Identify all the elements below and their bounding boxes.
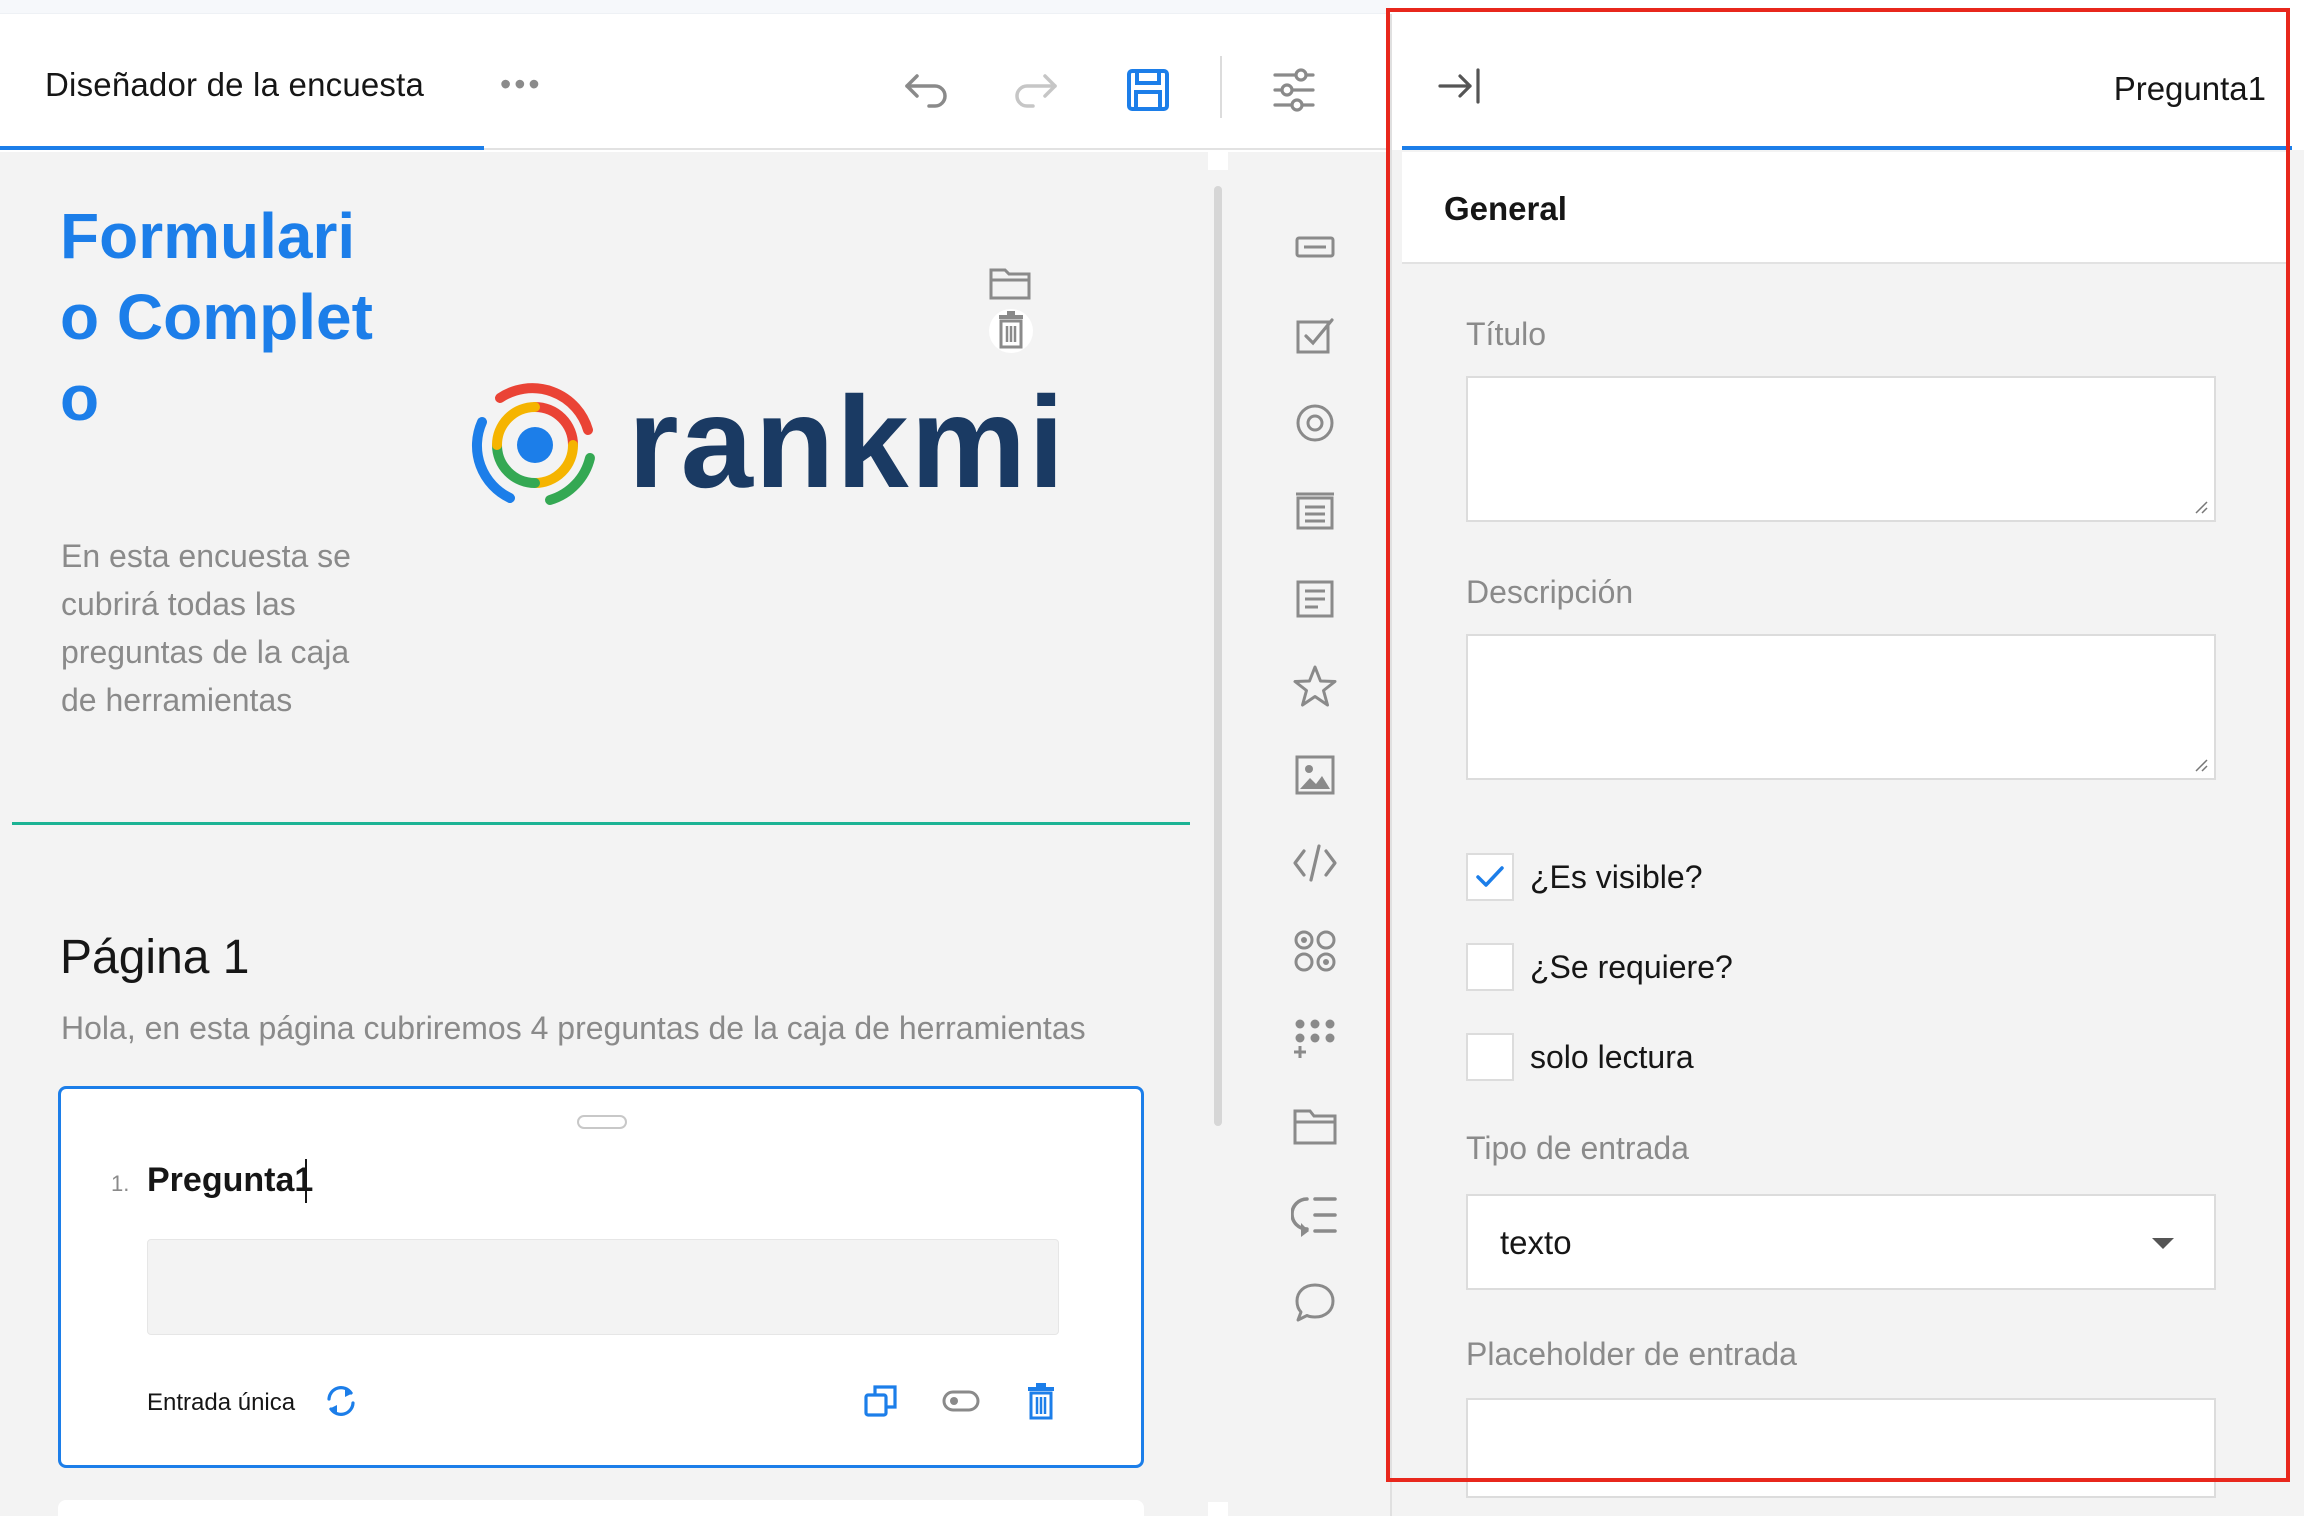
header-divider <box>12 822 1190 825</box>
resize-handle-icon[interactable] <box>2194 758 2208 772</box>
placeholder-input[interactable] <box>1466 1398 2216 1498</box>
undo-icon[interactable] <box>900 64 952 116</box>
active-tab-indicator <box>0 146 484 150</box>
visible-label: ¿Es visible? <box>1530 858 1703 895</box>
required-label: ¿Se requiere? <box>1530 948 1733 985</box>
survey-title[interactable]: Formulario Completo <box>60 196 380 439</box>
canvas-scrollbar[interactable] <box>1214 186 1222 1126</box>
design-canvas: Formulario Completo rankmi En esta encue… <box>0 152 1228 1520</box>
logo-actions <box>988 264 1036 354</box>
readonly-label: solo lectura <box>1530 1038 1694 1075</box>
trash-icon[interactable] <box>988 308 1036 354</box>
duplicate-icon[interactable] <box>861 1381 901 1421</box>
save-icon[interactable] <box>1122 64 1174 116</box>
image-icon[interactable] <box>1290 750 1340 800</box>
radio-icon[interactable] <box>1290 398 1340 448</box>
more-options-icon[interactable]: ••• <box>500 66 543 103</box>
survey-logo[interactable]: rankmi <box>470 372 1090 512</box>
required-checkbox-row[interactable]: ¿Se requiere? <box>1466 942 1733 992</box>
selected-object-name[interactable]: Pregunta1 <box>2114 70 2266 108</box>
matrix-icon[interactable] <box>1290 1014 1340 1064</box>
drag-handle[interactable] <box>577 1115 627 1129</box>
readonly-checkbox-row[interactable]: solo lectura <box>1466 1032 1694 1082</box>
panel-icon[interactable] <box>1290 1102 1340 1152</box>
visible-checkbox[interactable] <box>1466 853 1514 901</box>
toolbar-separator <box>1220 56 1222 118</box>
next-question-card[interactable] <box>58 1500 1144 1520</box>
survey-description[interactable]: En esta encuesta se cubrirá todas las pr… <box>61 532 381 724</box>
window-top-strip <box>0 0 1390 14</box>
scroll-top-cap <box>1208 152 1228 170</box>
question-number: 1. <box>111 1171 130 1196</box>
question-input-preview <box>147 1239 1059 1335</box>
text-caret <box>305 1159 307 1203</box>
rankmi-logo-mark-icon <box>471 383 595 505</box>
html-icon[interactable] <box>1290 838 1340 888</box>
header-underline <box>1402 146 2292 150</box>
section-general[interactable]: General <box>1402 152 2290 264</box>
property-grid-header: Pregunta1 <box>1392 14 2304 150</box>
image-picker-icon[interactable] <box>1290 926 1340 976</box>
page-description[interactable]: Hola, en esta página cubriremos 4 pregun… <box>61 1010 1086 1047</box>
comment-icon[interactable] <box>1290 574 1340 624</box>
title-label: Título <box>1466 316 1547 352</box>
checkbox-icon[interactable] <box>1290 310 1340 360</box>
rating-icon[interactable] <box>1290 662 1340 712</box>
checkmark-icon <box>1476 866 1504 887</box>
toolbox <box>1228 152 1390 1516</box>
page-title[interactable]: Página 1 <box>60 930 250 985</box>
survey-designer: Diseñador de la encuesta ••• Formulario … <box>0 14 1390 1520</box>
designer-header: Diseñador de la encuesta ••• <box>0 14 1390 150</box>
property-grid: Pregunta1 General Título Descripción ¿Es… <box>1390 14 2304 1516</box>
redo-icon[interactable] <box>1010 64 1062 116</box>
toggle-required-icon[interactable] <box>941 1381 981 1421</box>
required-checkbox[interactable] <box>1466 943 1514 991</box>
paneldynamic-icon[interactable] <box>1290 1190 1340 1240</box>
description-label: Descripción <box>1466 574 1634 610</box>
description-textarea[interactable] <box>1466 634 2216 780</box>
input-type-label: Tipo de entrada <box>1466 1130 1689 1166</box>
collapse-panel-icon[interactable] <box>1434 60 1490 116</box>
readonly-checkbox[interactable] <box>1466 1033 1514 1081</box>
question-title[interactable]: Pregunta1 <box>147 1161 313 1200</box>
expression-icon[interactable] <box>1290 1278 1340 1328</box>
scroll-bottom-cap <box>1208 1502 1228 1516</box>
section-title: General <box>1444 190 1567 227</box>
single-input-icon[interactable] <box>1290 222 1340 272</box>
resize-handle-icon[interactable] <box>2194 500 2208 514</box>
settings-sliders-icon[interactable] <box>1268 64 1320 116</box>
title-textarea[interactable] <box>1466 376 2216 522</box>
visible-checkbox-row[interactable]: ¿Es visible? <box>1466 852 1703 902</box>
folder-icon[interactable] <box>988 264 1036 306</box>
placeholder-label: Placeholder de entrada <box>1466 1336 1797 1372</box>
delete-icon[interactable] <box>1021 1381 1061 1421</box>
dropdown-icon[interactable] <box>1290 486 1340 536</box>
designer-tab-title[interactable]: Diseñador de la encuesta <box>45 66 424 104</box>
input-type-select[interactable]: texto <box>1466 1194 2216 1290</box>
logo-wordmark: rankmi <box>628 369 1067 515</box>
question-card[interactable]: 1. Pregunta1 Entrada única <box>58 1086 1144 1468</box>
input-type-value: texto <box>1500 1224 1572 1261</box>
change-type-icon[interactable] <box>323 1383 359 1419</box>
question-type-label[interactable]: Entrada única <box>147 1389 295 1417</box>
chevron-down-icon <box>2152 1238 2174 1249</box>
